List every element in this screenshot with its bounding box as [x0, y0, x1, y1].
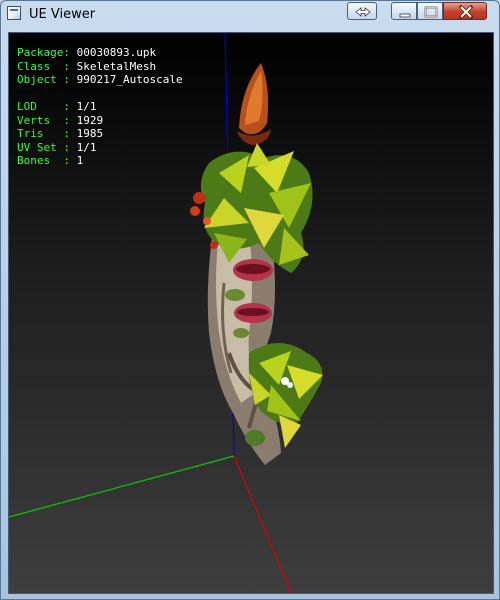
window-title: UE Viewer — [29, 7, 96, 22]
title-bar[interactable]: UE Viewer — [1, 1, 499, 31]
bones-label: Bones — [17, 154, 51, 167]
lod-row: LOD : 1/1 — [17, 100, 97, 113]
maximize-button[interactable] — [417, 2, 443, 20]
object-label: Object — [17, 73, 57, 86]
uvset-row: UV Set : 1/1 — [17, 140, 97, 154]
axis-y-line — [9, 455, 235, 518]
uvset-label: UV Set — [17, 140, 57, 154]
tris-value: 1985 — [76, 127, 104, 140]
flower-bud — [237, 63, 271, 145]
swap-window-button[interactable] — [347, 2, 377, 20]
class-row: Class : SkeletalMesh — [17, 59, 157, 73]
object-value: 990217_Autoscale — [76, 73, 183, 86]
close-button[interactable] — [443, 2, 487, 20]
package-row: Package: 00030893.upk — [17, 46, 157, 59]
close-icon — [459, 5, 473, 19]
bones-row: Bones : 1 — [17, 154, 84, 167]
tris-row: Tris : 1985 — [17, 127, 104, 140]
app-icon — [7, 6, 21, 20]
verts-row: Verts : 1929 — [17, 113, 104, 127]
3d-viewport[interactable]: Package: 00030893.upk Class : SkeletalMe… — [8, 32, 494, 594]
mesh-info-overlay: Package: 00030893.upk Class : SkeletalMe… — [17, 46, 183, 168]
axis-x-line — [233, 455, 292, 593]
verts-value: 1929 — [76, 113, 104, 127]
uvset-value: 1/1 — [76, 140, 97, 154]
package-value: 00030893.upk — [76, 46, 157, 59]
object-row: Object : 990217_Autoscale — [17, 73, 183, 86]
maximize-icon — [424, 6, 438, 18]
class-value: SkeletalMesh — [76, 59, 157, 73]
tris-label: Tris — [17, 127, 44, 140]
swap-arrows-icon — [355, 7, 371, 17]
lod-label: LOD — [17, 100, 37, 113]
bones-value: 1 — [76, 154, 84, 167]
app-window: UE Viewer Package: 00030893.upk Class: … — [0, 0, 500, 600]
lod-value: 1/1 — [76, 100, 97, 113]
package-label: Package — [17, 46, 64, 59]
minimize-button[interactable] — [391, 2, 417, 20]
minimize-icon — [399, 13, 411, 18]
class-label: Class — [17, 59, 51, 73]
verts-label: Verts — [17, 113, 51, 127]
